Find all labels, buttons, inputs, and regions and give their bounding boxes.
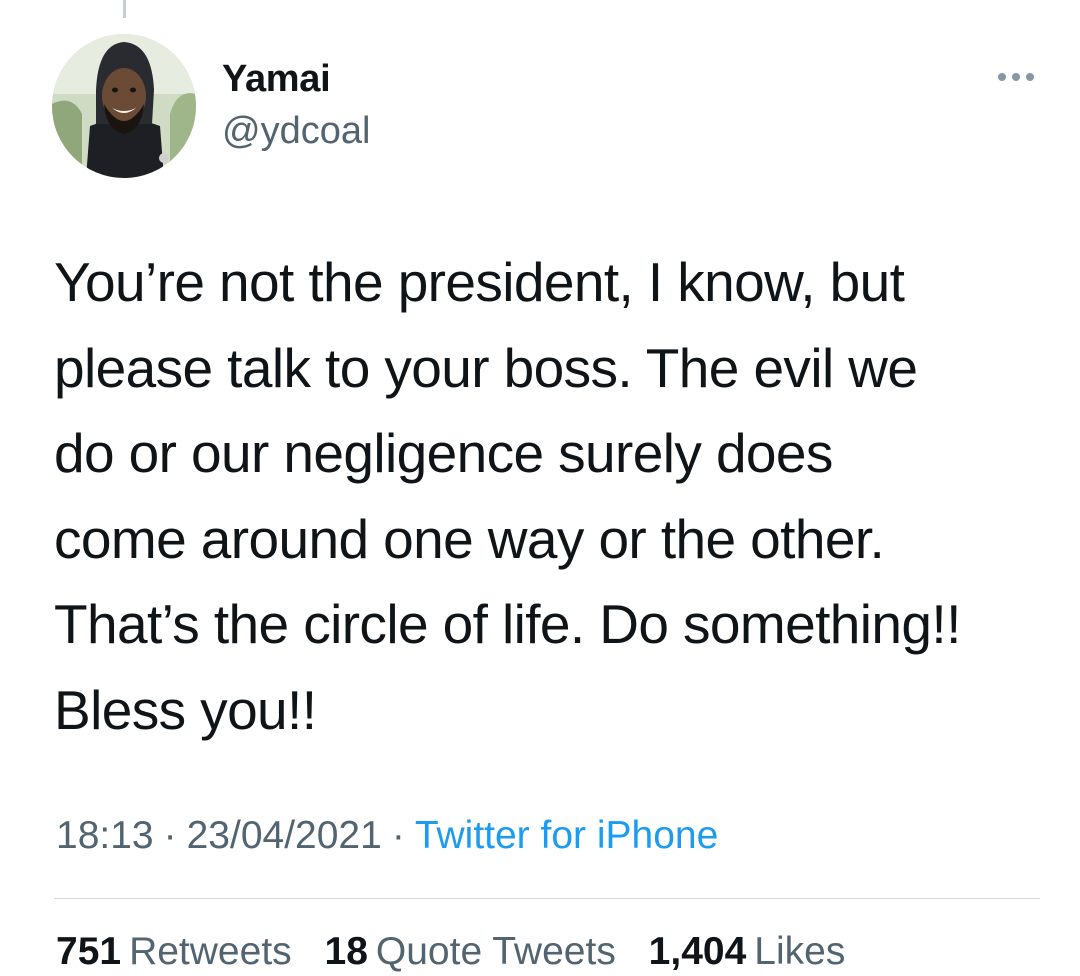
quote-tweets-label: Quote Tweets <box>375 930 616 973</box>
more-horizontal-icon <box>998 73 1034 81</box>
tweet-date[interactable]: 23/04/2021 <box>187 814 382 857</box>
divider <box>54 898 1040 899</box>
likes-label: Likes <box>754 930 846 973</box>
retweets-stat[interactable]: 751 Retweets <box>56 930 292 973</box>
tweet-metadata: 18:13 · 23/04/2021 · Twitter for iPhone <box>56 812 718 860</box>
tweet-text-line: please talk to your boss. The evil we <box>54 336 918 399</box>
tweet-source-link[interactable]: Twitter for iPhone <box>415 814 718 857</box>
retweets-count: 751 <box>56 930 122 973</box>
tweet-text: You’re not the president, I know, but pl… <box>54 240 1054 753</box>
quote-tweets-stat[interactable]: 18 Quote Tweets <box>325 930 616 973</box>
retweets-label: Retweets <box>129 930 292 973</box>
likes-count: 1,404 <box>648 930 747 973</box>
tweet-text-line: come around one way or the other. <box>54 507 885 570</box>
meta-separator: · <box>163 814 177 857</box>
quote-tweets-count: 18 <box>324 930 368 973</box>
thread-connector-line <box>123 0 126 18</box>
likes-stat[interactable]: 1,404 Likes <box>649 930 846 973</box>
tweet-time[interactable]: 18:13 <box>56 814 154 857</box>
profile-photo-icon <box>52 34 196 178</box>
more-options-button[interactable] <box>992 62 1040 92</box>
tweet-stats: 751 Retweets 18 Quote Tweets 1,404 Likes <box>56 928 867 976</box>
tweet-text-line: You’re not the president, I know, but <box>54 251 905 313</box>
display-name[interactable]: Yamai <box>222 56 331 102</box>
meta-separator: · <box>391 814 405 857</box>
tweet-text-line: That’s the circle of life. Do something!… <box>54 593 961 655</box>
user-handle[interactable]: @ydcoal <box>222 108 370 154</box>
tweet-text-line: do or our negligence surely does <box>54 422 833 484</box>
avatar[interactable] <box>52 34 196 178</box>
tweet-text-line: Bless you!! <box>54 678 317 741</box>
